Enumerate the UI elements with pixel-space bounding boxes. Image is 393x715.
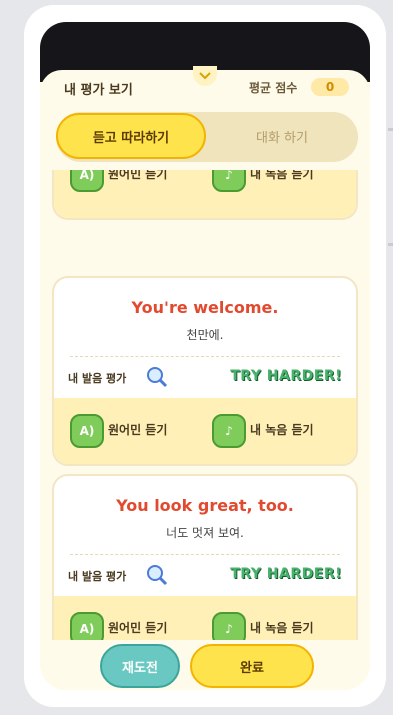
tab-bar: 듣고 따라하기 대화 하기	[56, 112, 358, 162]
divider	[70, 356, 340, 357]
divider	[70, 554, 340, 555]
pronunciation-eval-label: 내 발음 평가	[68, 570, 127, 583]
sentence-text: You look great, too.	[116, 496, 294, 515]
recorder-icon: ♪	[225, 424, 233, 438]
speaker-a-icon: A)	[79, 170, 95, 182]
recorder-icon: ♪	[225, 170, 233, 182]
average-score-label: 평균 점수	[249, 81, 298, 95]
done-button[interactable]: 완료	[190, 644, 314, 688]
retry-button[interactable]: 재도전	[100, 644, 180, 688]
tab-conversation[interactable]: 대화 하기	[206, 113, 358, 159]
speaker-a-icon: A)	[79, 424, 95, 438]
card-buttons: A) 원어민 듣기 ♪ 내 녹음 듣기	[54, 414, 356, 458]
translation-text: 너도 멋져 보여.	[166, 526, 244, 540]
average-score-badge: 0	[311, 78, 349, 96]
page-title: 내 평가 보기	[64, 83, 133, 98]
translation-text: 천만에.	[186, 328, 224, 342]
my-recording-button[interactable]: ♪	[212, 414, 246, 448]
sheet-header: 내 평가 보기 평균 점수 0	[40, 70, 370, 110]
magnifier-icon	[147, 367, 168, 388]
card-buttons: A) 원어민 듣기 ♪ 내 녹음 듣기	[54, 170, 356, 202]
results-list[interactable]: A) 원어민 듣기 ♪ 내 녹음 듣기 You're welcome. 천만에.…	[40, 170, 370, 640]
native-speaker-button[interactable]: A)	[70, 414, 104, 448]
card-buttons: A) 원어민 듣기 ♪ 내 녹음 듣기	[54, 612, 356, 640]
native-listen-label: 원어민 듣기	[108, 621, 168, 635]
phone-screen: 내 평가 보기 평균 점수 0 듣고 따라하기 대화 하기 A) 원어민 듣기 …	[40, 22, 370, 690]
my-recording-label: 내 녹음 듣기	[250, 170, 314, 181]
my-recording-button[interactable]: ♪	[212, 170, 246, 192]
native-listen-label: 원어민 듣기	[108, 170, 168, 181]
my-recording-label: 내 녹음 듣기	[250, 621, 314, 635]
tab-listen-repeat[interactable]: 듣고 따라하기	[56, 113, 206, 159]
recorder-icon: ♪	[225, 622, 233, 636]
native-speaker-button[interactable]: A)	[70, 170, 104, 192]
my-recording-label: 내 녹음 듣기	[250, 423, 314, 437]
native-listen-label: 원어민 듣기	[108, 423, 168, 437]
native-speaker-button[interactable]: A)	[70, 612, 104, 640]
result-card: You're welcome. 천만에. 내 발음 평가 TRY HARDER!…	[52, 276, 358, 466]
my-recording-button[interactable]: ♪	[212, 612, 246, 640]
sentence-text: You're welcome.	[131, 298, 279, 317]
speaker-a-icon: A)	[79, 622, 95, 636]
side-divider	[388, 243, 393, 246]
result-card: A) 원어민 듣기 ♪ 내 녹음 듣기	[52, 170, 358, 220]
evaluation-sheet: 내 평가 보기 평균 점수 0 듣고 따라하기 대화 하기 A) 원어민 듣기 …	[40, 66, 370, 690]
pronunciation-eval-label: 내 발음 평가	[68, 372, 127, 385]
magnifier-icon	[147, 565, 168, 586]
rating-badge: TRY HARDER!	[230, 368, 342, 384]
rating-badge: TRY HARDER!	[230, 566, 342, 582]
footer-actions: 재도전 완료	[40, 642, 370, 690]
side-divider	[388, 128, 393, 131]
result-card: You look great, too. 너도 멋져 보여. 내 발음 평가 T…	[52, 474, 358, 640]
